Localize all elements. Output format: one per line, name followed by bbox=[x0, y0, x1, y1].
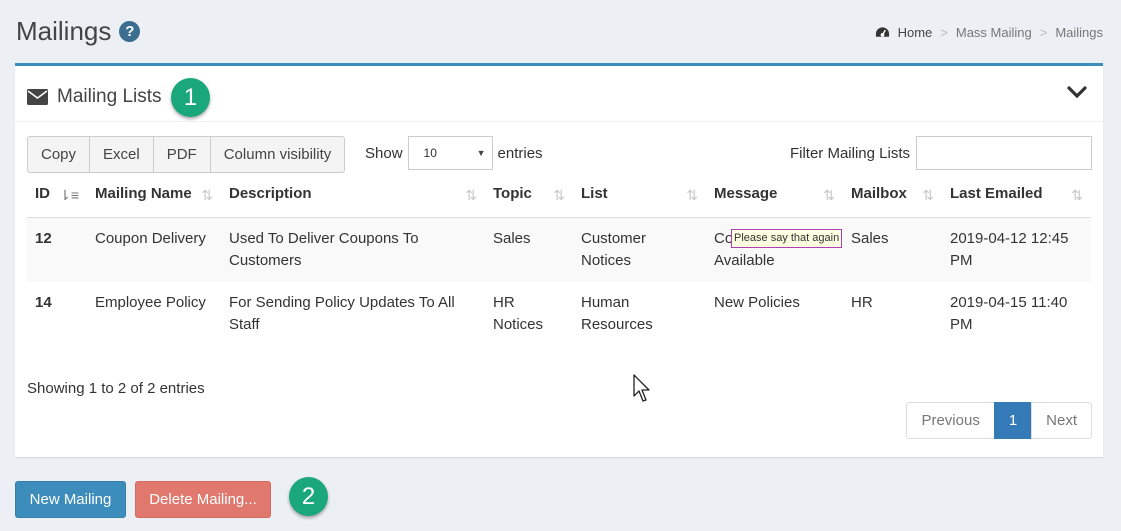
column-visibility-button[interactable]: Column visibility bbox=[209, 136, 346, 173]
column-header-label: Last Emailed bbox=[950, 185, 1043, 202]
page-title-text: Mailings bbox=[16, 16, 112, 46]
column-header-label: Topic bbox=[493, 185, 532, 202]
cell-message: Co Available Please say that again bbox=[706, 217, 843, 282]
column-header-mailbox[interactable]: Mailbox ⇅ bbox=[843, 172, 942, 218]
sort-icon: ⇅ bbox=[1071, 187, 1083, 203]
cell-topic: HR Notices bbox=[493, 294, 544, 333]
table-row[interactable]: 12 Coupon Delivery Used To Deliver Coupo… bbox=[27, 217, 1091, 282]
breadcrumb: Home > Mass Mailing > Mailings bbox=[875, 25, 1103, 40]
breadcrumb-mass-mailing[interactable]: Mass Mailing bbox=[956, 25, 1032, 40]
column-header-message[interactable]: Message ⇅ bbox=[706, 172, 843, 218]
column-header-label: Mailbox bbox=[851, 185, 907, 202]
cell-list: Human Resources bbox=[581, 294, 653, 333]
mailing-lists-table: ID ⇂≡ Mailing Name ⇅ Description ⇅ Topic ⇅ L… bbox=[27, 172, 1091, 346]
cell-mailbox: Sales bbox=[843, 217, 942, 282]
sort-icon: ⇅ bbox=[686, 187, 698, 203]
column-header-id[interactable]: ID ⇂≡ bbox=[27, 172, 87, 218]
page-header: Mailings ? Home > Mass Mailing > Mailing… bbox=[16, 14, 1103, 54]
filter-control: Filter Mailing Lists bbox=[790, 136, 1092, 170]
cell-message-line2: Available bbox=[714, 252, 775, 269]
box-title-text: Mailing Lists bbox=[57, 86, 162, 107]
cell-description: Used To Deliver Coupons To Customers bbox=[221, 217, 485, 282]
cell-mailing-name: Employee Policy bbox=[95, 294, 206, 311]
cell-list: Customer Notices bbox=[573, 217, 706, 282]
box-header: Mailing Lists 1 bbox=[15, 66, 1103, 122]
new-mailing-button[interactable]: New Mailing bbox=[15, 481, 126, 518]
filter-input[interactable] bbox=[916, 136, 1092, 170]
show-label: Show bbox=[365, 144, 403, 162]
box-title: Mailing Lists bbox=[27, 86, 162, 108]
entries-select-value: 10 bbox=[423, 146, 437, 160]
cell-message: New Policies bbox=[714, 294, 800, 311]
column-header-label: Description bbox=[229, 185, 312, 202]
cell-last-emailed: 2019-04-15 11:40 PM bbox=[950, 294, 1068, 333]
sort-icon: ⇅ bbox=[465, 187, 477, 203]
column-header-mailing-name[interactable]: Mailing Name ⇅ bbox=[87, 172, 221, 218]
column-header-last-emailed[interactable]: Last Emailed ⇅ bbox=[942, 172, 1091, 218]
sort-icon: ⇅ bbox=[823, 187, 835, 203]
envelope-icon bbox=[27, 89, 48, 105]
dashboard-icon bbox=[875, 27, 889, 37]
previous-page-button[interactable]: Previous bbox=[906, 402, 995, 439]
copy-button[interactable]: Copy bbox=[27, 136, 91, 173]
column-header-description[interactable]: Description ⇅ bbox=[221, 172, 485, 218]
entries-select[interactable]: 10 ▼ bbox=[407, 136, 493, 170]
cell-mailbox: HR bbox=[851, 294, 873, 311]
next-page-button[interactable]: Next bbox=[1031, 402, 1092, 439]
table-header-row: ID ⇂≡ Mailing Name ⇅ Description ⇅ Topic ⇅ L… bbox=[27, 172, 1091, 218]
entries-label: entries bbox=[497, 144, 543, 162]
pagination: Previous 1 Next bbox=[906, 402, 1092, 439]
excel-button[interactable]: Excel bbox=[89, 136, 154, 173]
column-header-label: Mailing Name bbox=[95, 185, 192, 202]
column-header-topic[interactable]: Topic ⇅ bbox=[485, 172, 573, 218]
pdf-button[interactable]: PDF bbox=[152, 136, 211, 173]
cell-id: 12 bbox=[27, 217, 87, 282]
cell-topic: Sales bbox=[485, 217, 573, 282]
cell-last-emailed: 2019-04-12 12:45 PM bbox=[942, 217, 1091, 282]
column-header-label: Message bbox=[714, 185, 778, 202]
step-badge-1: 1 bbox=[171, 78, 210, 117]
cell-id: 14 bbox=[35, 294, 52, 311]
breadcrumb-mailings: Mailings bbox=[1055, 25, 1103, 40]
page-title: Mailings ? bbox=[16, 16, 141, 47]
sort-icon: ⇅ bbox=[922, 187, 934, 203]
sort-icon: ⇅ bbox=[201, 187, 213, 203]
breadcrumb-separator: > bbox=[940, 25, 948, 40]
page-1-button[interactable]: 1 bbox=[993, 402, 1033, 439]
step-badge-2: 2 bbox=[289, 477, 328, 516]
cell-mailing-name: Coupon Delivery bbox=[87, 217, 221, 282]
column-header-list[interactable]: List ⇅ bbox=[573, 172, 706, 218]
mouse-cursor-icon bbox=[633, 374, 650, 402]
dropdown-arrow-icon: ▼ bbox=[476, 148, 486, 158]
mailing-lists-box: Mailing Lists 1 Copy Excel PDF Column vi… bbox=[15, 63, 1103, 457]
delete-mailing-button[interactable]: Delete Mailing... bbox=[135, 481, 271, 518]
table-row[interactable]: 14 Employee Policy For Sending Policy Up… bbox=[27, 282, 1091, 346]
sort-icon: ⇅ bbox=[553, 187, 565, 203]
filter-label: Filter Mailing Lists bbox=[789, 144, 910, 162]
entries-length-control: Show 10 ▼ entries bbox=[365, 136, 543, 170]
breadcrumb-separator: > bbox=[1039, 25, 1048, 40]
chevron-down-icon[interactable] bbox=[1067, 85, 1087, 99]
column-header-label: ID bbox=[35, 185, 50, 202]
help-icon[interactable]: ? bbox=[119, 21, 141, 42]
sort-asc-icon: ⇂≡ bbox=[59, 187, 79, 203]
column-header-label: List bbox=[581, 185, 608, 202]
table-info: Showing 1 to 2 of 2 entries bbox=[27, 380, 205, 397]
export-button-group: Copy Excel PDF Column visibility bbox=[27, 136, 346, 173]
cell-description: For Sending Policy Updates To All Staff bbox=[229, 294, 455, 333]
tooltip: Please say that again bbox=[731, 229, 843, 248]
breadcrumb-home[interactable]: Home bbox=[898, 25, 933, 40]
